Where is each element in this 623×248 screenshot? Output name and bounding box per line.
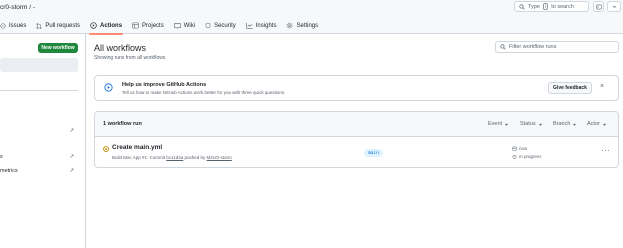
create-new-button[interactable] xyxy=(593,1,604,12)
run-time-value: now xyxy=(519,146,528,151)
chevron-down-icon xyxy=(504,122,509,127)
sidebar-divider xyxy=(0,90,78,91)
filter-label: Branch xyxy=(553,121,571,127)
external-link-icon: ↗ xyxy=(69,168,74,174)
tab-label: Security xyxy=(214,22,236,29)
search-icon xyxy=(519,3,525,10)
run-duration: In progress xyxy=(512,154,542,159)
tab-label: Projects xyxy=(142,22,164,29)
run-timestamp: now xyxy=(512,146,527,151)
issues-menu-button[interactable] xyxy=(607,1,621,12)
workflows-sidebar: New workflow ↗ s ↗ metrics ↗ xyxy=(0,34,86,248)
filter-label: Actor xyxy=(587,121,600,127)
external-link-icon: ↗ xyxy=(69,154,74,160)
search-icon xyxy=(500,44,506,50)
tab-wiki[interactable]: Wiki xyxy=(174,17,195,34)
sidebar-item[interactable]: s ↗ xyxy=(0,154,78,160)
run-meta-middle: pushed by xyxy=(184,155,206,160)
actor-filter[interactable]: Actor xyxy=(587,121,607,127)
run-duration-value: In progress xyxy=(519,154,542,159)
repo-header: cr0-storm / - Type / to search Issues Pu… xyxy=(0,0,623,35)
shield-icon xyxy=(205,22,211,29)
runs-header: 1 workflow run Event Status Branch Actor xyxy=(95,112,618,137)
filter-label: Event xyxy=(488,121,503,127)
sidebar-item-all-workflows[interactable] xyxy=(0,58,78,72)
search-shortcut-key: / xyxy=(542,3,549,10)
status-filter[interactable]: Status xyxy=(520,121,543,127)
issue-icon xyxy=(0,22,6,29)
filter-placeholder: Filter workflow runs xyxy=(509,44,557,50)
stopwatch-icon xyxy=(512,154,517,159)
tab-pull-requests[interactable]: Pull requests xyxy=(36,17,80,34)
actor-link[interactable]: M4cr0-storm xyxy=(207,155,232,160)
tab-label: Actions xyxy=(100,22,123,29)
sidebar-item-label: metrics xyxy=(0,168,18,174)
in-progress-status-icon xyxy=(103,146,109,152)
event-filter[interactable]: Event xyxy=(488,121,509,127)
feedback-banner: Help us improve GitHub Actions Tell us h… xyxy=(94,75,619,101)
commit-link[interactable]: bc11d2a xyxy=(166,155,183,160)
wiki-icon xyxy=(174,22,181,29)
chevron-down-icon xyxy=(572,122,577,127)
tab-insights[interactable]: Insights xyxy=(246,17,277,34)
terminal-icon xyxy=(595,4,602,10)
actions-icon xyxy=(90,22,97,29)
give-feedback-button[interactable]: Give feedback xyxy=(548,82,592,94)
chevron-down-icon xyxy=(538,122,543,127)
tab-actions[interactable]: Actions xyxy=(89,17,124,35)
tab-label: Pull requests xyxy=(45,22,81,29)
run-meta: Build Mac App #1: Commit bc11d2a pushed … xyxy=(112,155,232,160)
repo-nav-tabs: Issues Pull requests Actions Projects Wi… xyxy=(0,17,328,35)
projects-icon xyxy=(132,22,139,29)
run-title-link[interactable]: Create main.yml xyxy=(112,144,162,151)
banner-title: Help us improve GitHub Actions xyxy=(122,82,207,88)
pull-request-icon xyxy=(36,22,42,29)
search-input[interactable]: Type / to search xyxy=(514,1,589,12)
chevron-down-icon xyxy=(612,4,617,9)
search-suffix: to search xyxy=(551,3,574,10)
gear-icon xyxy=(286,22,293,29)
external-link-icon: ↗ xyxy=(69,128,74,134)
calendar-icon xyxy=(512,146,517,151)
sidebar-item[interactable]: metrics ↗ xyxy=(0,168,78,174)
filter-label: Status xyxy=(520,121,536,127)
tab-issues[interactable]: Issues xyxy=(0,17,26,34)
runs-count: 1 workflow run xyxy=(103,121,142,127)
repo-breadcrumb[interactable]: cr0-storm / - xyxy=(0,4,35,11)
workflow-runs-list: 1 workflow run Event Status Branch Actor… xyxy=(94,111,619,168)
filter-workflow-runs-input[interactable]: Filter workflow runs xyxy=(495,41,619,53)
graph-icon xyxy=(246,22,253,29)
search-prefix: Type xyxy=(528,3,540,10)
actions-icon xyxy=(104,83,113,92)
page-subtitle: Showing runs from all workflows xyxy=(94,55,166,61)
tab-label: Settings xyxy=(296,22,319,29)
branch-badge[interactable]: main xyxy=(364,149,383,157)
tab-projects[interactable]: Projects xyxy=(132,17,164,34)
banner-description: Tell us how to make GitHub Actions work … xyxy=(122,90,286,95)
tab-settings[interactable]: Settings xyxy=(286,17,318,34)
tab-label: Wiki xyxy=(183,22,196,29)
sidebar-item-label: s xyxy=(0,154,3,160)
page-title: All workflows xyxy=(94,43,147,53)
kebab-menu-icon[interactable]: ··· xyxy=(601,146,611,155)
tab-label: Issues xyxy=(9,22,27,29)
table-row[interactable]: Create main.yml Build Mac App #1: Commit… xyxy=(95,137,618,167)
tab-security[interactable]: Security xyxy=(205,17,236,34)
tab-label: Insights xyxy=(255,22,277,29)
branch-filter[interactable]: Branch xyxy=(553,121,577,127)
new-workflow-button[interactable]: New workflow xyxy=(38,43,78,53)
chevron-down-icon xyxy=(602,122,607,127)
run-meta-prefix: Build Mac App #1: Commit xyxy=(112,155,166,160)
close-icon[interactable]: × xyxy=(600,83,604,90)
